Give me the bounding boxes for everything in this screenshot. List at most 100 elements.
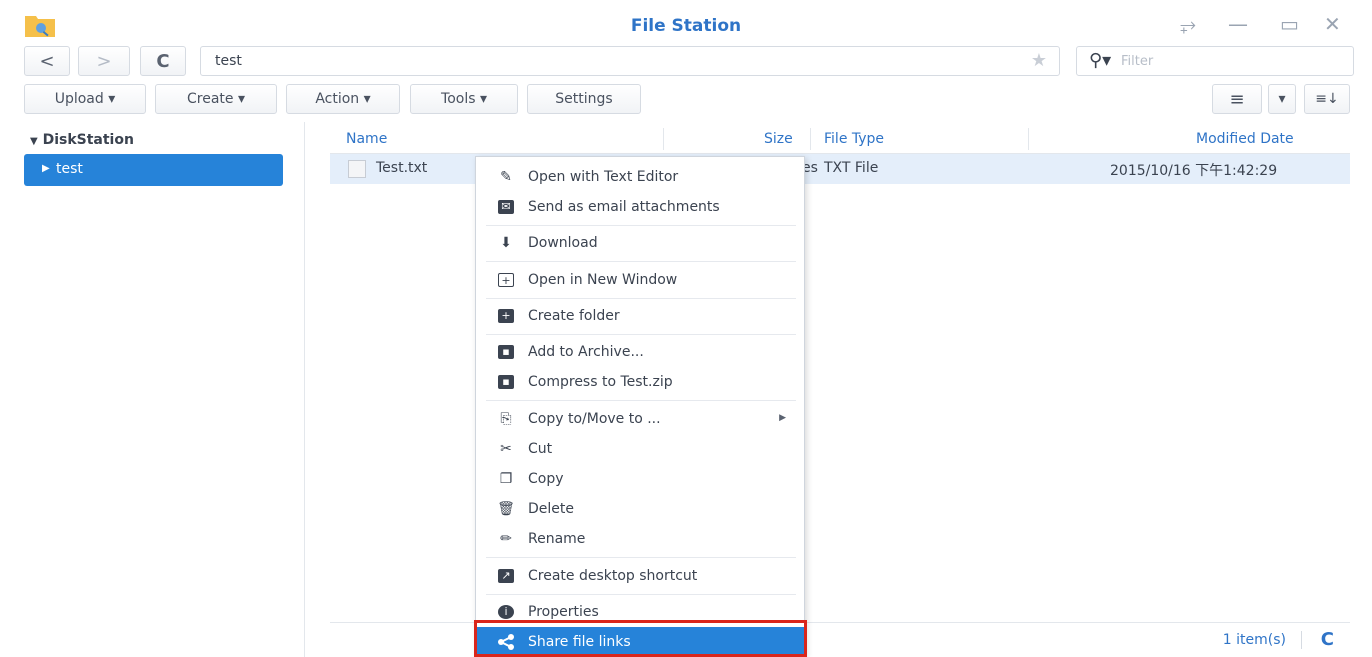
menu-item-label: Open in New Window [528,272,678,288]
submenu-arrow-icon: ▶ [779,413,786,423]
menu-item-delete[interactable]: 🗑 Delete [476,495,804,523]
minimize-button[interactable]: — [1228,12,1248,36]
refresh-button[interactable]: C [140,46,186,76]
close-button[interactable]: ✕ [1324,12,1341,36]
menu-separator [486,400,796,401]
copy-icon: ❐ [499,471,513,487]
menu-item-open-new-window[interactable]: + Open in New Window [476,266,804,294]
menu-item-desktop-shortcut[interactable]: ↗ Create desktop shortcut [476,562,804,590]
chevron-right-icon: > [96,50,112,72]
menu-separator [486,334,796,335]
column-name[interactable]: Name [346,131,387,147]
tree-item-test[interactable]: ▶ test [24,154,283,186]
file-modified-date: 2015/10/16 下午1:42:29 [1110,163,1278,179]
tools-button[interactable]: Tools ▾ [410,84,518,114]
file-list-header: Name Size File Type Modified Date [330,124,1350,154]
search-icon[interactable]: ⚲▾ [1089,50,1111,71]
menu-separator [486,557,796,558]
context-menu: ✎ Open with Text Editor ✉ Send as email … [475,156,805,657]
menu-separator [486,298,796,299]
menu-item-download[interactable]: ⬇ Download [476,229,804,257]
file-type: TXT File [824,160,879,176]
settings-button[interactable]: Settings [527,84,641,114]
upload-button[interactable]: Upload ▾ [24,84,146,114]
trash-icon: 🗑 [497,501,515,517]
window-title: File Station [630,16,742,36]
pencil-icon: ✏ [500,531,512,547]
toolbar: Upload ▾ Create ▾ Action ▾ Tools ▾ Setti… [0,82,1372,118]
menu-item-rename[interactable]: ✏ Rename [476,525,804,553]
menu-item-label: Add to Archive... [528,344,644,360]
menu-item-label: Open with Text Editor [528,169,679,185]
archive-icon: ▪ [496,343,516,361]
menu-item-compress[interactable]: ▪ Compress to Test.zip [476,368,804,396]
menu-separator [486,261,796,262]
column-separator[interactable] [1028,128,1029,150]
menu-item-label: Download [528,235,598,251]
shortcut-icon: ↗ [496,567,516,585]
maximize-button[interactable]: ▭ [1280,12,1299,36]
copy-move-icon: ⎘ [500,411,512,427]
column-modified-date[interactable]: Modified Date [1196,131,1294,147]
menu-item-create-folder[interactable]: + Create folder [476,302,804,330]
menu-item-label: Compress to Test.zip [528,374,673,390]
sort-button[interactable]: ≡↓ [1304,84,1350,114]
menu-item-copy-move[interactable]: ⎘ Copy to/Move to ... ▶ [476,405,804,433]
new-window-icon: + [496,271,516,289]
compress-icon: ▪ [496,373,516,391]
path-input[interactable]: test ★ [200,46,1060,76]
menu-separator [486,594,796,595]
download-icon: ⬇ [500,235,512,251]
menu-item-label: Rename [528,531,586,547]
path-text: test [215,53,242,69]
column-separator[interactable] [810,128,811,150]
file-name: Test.txt [376,160,428,176]
highlight-box [474,620,807,657]
menu-item-label: Send as email attachments [528,199,720,215]
folder-plus-icon: + [496,307,516,325]
view-dropdown-button[interactable]: ▾ [1268,84,1296,114]
favorite-star-icon[interactable]: ★ [1031,50,1047,71]
menu-item-cut[interactable]: ✂ Cut [476,435,804,463]
chevron-left-icon: < [39,50,55,72]
menu-item-open-text-editor[interactable]: ✎ Open with Text Editor [476,163,804,191]
column-separator[interactable] [663,128,664,150]
caret-down-icon[interactable]: ▼ [30,136,38,147]
edit-icon: ✎ [500,169,512,185]
menu-item-label: Delete [528,501,574,517]
tree-root-diskstation[interactable]: ▼ DiskStation [30,132,134,148]
list-view-button[interactable]: ≡ [1212,84,1262,114]
menu-item-label: Create folder [528,308,620,324]
create-button[interactable]: Create ▾ [155,84,277,114]
menu-item-label: Copy to/Move to ... [528,411,661,427]
menu-item-send-email[interactable]: ✉ Send as email attachments [476,193,804,221]
scissors-icon: ✂ [500,441,512,457]
folder-tree: ▼ DiskStation ▶ test [0,122,305,657]
status-separator [1301,631,1302,649]
back-button[interactable]: < [24,46,70,76]
column-size[interactable]: Size [764,131,793,147]
forward-button[interactable]: > [78,46,130,76]
tree-root-label: DiskStation [42,132,134,148]
filter-input[interactable]: ⚲▾ Filter [1076,46,1354,76]
menu-item-label: Properties [528,604,599,620]
menu-item-label: Create desktop shortcut [528,568,698,584]
menu-separator [486,225,796,226]
caret-right-icon[interactable]: ▶ [42,163,50,174]
action-button[interactable]: Action ▾ [286,84,400,114]
menu-item-label: Cut [528,441,553,457]
menu-item-add-archive[interactable]: ▪ Add to Archive... [476,338,804,366]
menu-item-label: Copy [528,471,564,487]
title-bar: File Station ⥅ — ▭ ✕ [0,0,1372,44]
text-file-icon [348,160,366,178]
tree-item-label: test [56,161,83,177]
menu-item-copy[interactable]: ❐ Copy [476,465,804,493]
navigation-bar: < > C test ★ ⚲▾ Filter [0,44,1372,80]
column-file-type[interactable]: File Type [824,131,884,147]
filter-placeholder: Filter [1121,54,1154,69]
info-icon: i [496,603,516,621]
refresh-icon: C [156,50,170,72]
pin-icon[interactable]: ⥅ [1180,12,1196,36]
email-icon: ✉ [496,198,516,216]
refresh-icon[interactable]: C [1321,629,1334,650]
